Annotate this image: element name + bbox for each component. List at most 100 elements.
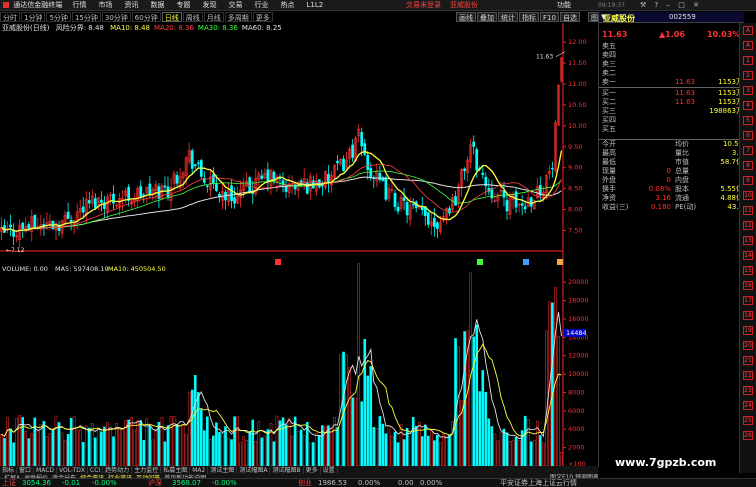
indicator-tab[interactable]: CCI	[88, 467, 104, 474]
sidebar-button[interactable]: A	[743, 41, 753, 50]
sidebar-button[interactable]: 12	[743, 221, 753, 230]
stat-label-2: PE(动)	[675, 203, 697, 211]
sidebar-button[interactable]: 13	[743, 236, 753, 245]
sidebar-button[interactable]: 4	[743, 101, 753, 110]
sidebar-button[interactable]: 18	[743, 311, 753, 320]
menu-item[interactable]: 数据	[150, 0, 164, 10]
bid-price: 11.63	[674, 98, 695, 106]
menu-item[interactable]: L1L2	[306, 0, 323, 10]
indicator-tab[interactable]: 窗口	[17, 467, 35, 474]
hs-pct: -0.00%	[212, 479, 237, 487]
menu-item[interactable]: 发现	[202, 0, 216, 10]
toolbar-button[interactable]: 自选	[559, 12, 580, 22]
sidebar-button[interactable]: 24	[743, 401, 753, 410]
menu-item[interactable]: 行情	[72, 0, 86, 10]
indicator-tab[interactable]: 私募主图	[161, 467, 191, 474]
period-tab[interactable]: 更多	[252, 12, 273, 22]
volume-bar	[97, 429, 100, 467]
toolbar-button[interactable]: 叠加	[477, 12, 497, 22]
trade-login-notice[interactable]: 交易未登录	[406, 0, 441, 10]
wrench-icon[interactable]: ⚒	[640, 0, 646, 10]
indicator-tab[interactable]: VOL-TDX	[57, 467, 88, 474]
minimize-icon[interactable]: –	[666, 0, 670, 10]
period-tab[interactable]: 15分钟	[71, 12, 101, 22]
sidebar-button[interactable]: 26	[743, 431, 753, 440]
period-tab[interactable]: 1分钟	[21, 12, 46, 22]
cy-label[interactable]: 创业	[298, 479, 312, 487]
menu-item[interactable]: 热点	[280, 0, 294, 10]
menu-item[interactable]: 资讯	[124, 0, 138, 10]
volume-tick-label: 18000	[568, 297, 589, 305]
indicator-tab[interactable]: 指标	[0, 467, 18, 474]
toolbar-button[interactable]: 统计	[498, 12, 518, 22]
app-logo-icon	[3, 2, 9, 8]
period-tab[interactable]: 5分钟	[46, 12, 71, 22]
menu-item[interactable]: 行业	[254, 0, 268, 10]
sidebar-button[interactable]: 15	[743, 266, 753, 275]
volume-bar	[318, 435, 321, 467]
sidebar-button[interactable]: 6	[743, 131, 753, 140]
sidebar-button[interactable]: 23	[743, 386, 753, 395]
toolbar-button[interactable]: F10	[540, 12, 559, 22]
sidebar-button[interactable]: 22	[743, 371, 753, 380]
sidebar-button[interactable]: 8	[743, 161, 753, 170]
high-marker: 11.63	[536, 54, 553, 61]
sidebar-button[interactable]: 25	[743, 416, 753, 425]
volume-bar	[206, 416, 209, 467]
sidebar-button[interactable]: 20	[743, 341, 753, 350]
candle-body	[420, 206, 424, 211]
candle-body	[142, 194, 146, 196]
sh-label[interactable]: 上证	[2, 479, 16, 487]
close-icon[interactable]: ✕	[693, 0, 699, 10]
menu-item[interactable]: 市场	[98, 0, 112, 10]
bid-row: 买三 198863万	[599, 107, 745, 115]
indicator-tab[interactable]: MA2	[190, 467, 209, 474]
candle-body	[81, 206, 85, 213]
period-tab[interactable]: 60分钟	[131, 12, 161, 22]
indicator-tab[interactable]: 设置	[321, 467, 338, 474]
hs-label[interactable]: 沪深	[148, 479, 162, 487]
stats-row: 净资 3.16 流通 4.88亿	[599, 194, 745, 202]
market-source: 平安证券上海上证云行情	[500, 479, 577, 487]
period-tab[interactable]: 周线	[182, 12, 203, 22]
sidebar-button[interactable]: 1	[743, 56, 753, 65]
menu-function[interactable]: 功能	[557, 0, 571, 10]
stat-label: 换手	[602, 185, 616, 193]
indicator-tab[interactable]: 主力监控	[132, 467, 162, 474]
period-tab[interactable]: 月线	[203, 12, 224, 22]
period-tab[interactable]: 日线	[161, 12, 182, 22]
sidebar-button[interactable]: 21	[743, 356, 753, 365]
sidebar-button[interactable]: A	[743, 26, 753, 35]
menu-item[interactable]: 交易	[228, 0, 242, 10]
indicator-tab[interactable]: 测试主图	[208, 467, 238, 474]
sidebar-button[interactable]: 7	[743, 146, 753, 155]
sidebar-button[interactable]: 19	[743, 326, 753, 335]
indicator-tab[interactable]: 趋势动力	[103, 467, 133, 474]
kline-chart[interactable]: 12.00 11.50 11.00 10.50 10.00 9.50 9.00 8.50 8.0…	[0, 23, 598, 474]
menu-item[interactable]: 专题	[176, 0, 190, 10]
period-tab[interactable]: 多周期	[224, 12, 252, 22]
sidebar-button[interactable]: 14	[743, 251, 753, 260]
indicator-tab[interactable]: 更多	[304, 467, 321, 474]
volume-bar	[439, 442, 442, 467]
indicator-tab[interactable]: MACD	[34, 467, 58, 474]
sidebar-button[interactable]: 3	[743, 86, 753, 95]
maximize-icon[interactable]: □	[678, 0, 685, 10]
sidebar-button[interactable]: 17	[743, 296, 753, 305]
indicator-tab[interactable]: 测试幅图B	[270, 467, 304, 474]
sidebar-button[interactable]: 9	[743, 176, 753, 185]
indicator-tab[interactable]: 测试幅图A	[237, 467, 271, 474]
period-tab[interactable]: 分时	[0, 12, 20, 22]
window-controls[interactable]: ⚒ ? – □ ✕	[640, 0, 699, 10]
sidebar-button[interactable]: 2	[743, 71, 753, 80]
volume-bar	[448, 434, 451, 467]
toolbar-button[interactable]: 指标	[519, 12, 539, 22]
sidebar-button[interactable]: 5	[743, 116, 753, 125]
sidebar-button[interactable]: 16	[743, 281, 753, 290]
sidebar-button[interactable]: 10	[743, 191, 753, 200]
period-tab[interactable]: 30分钟	[101, 12, 131, 22]
question-icon[interactable]: ?	[655, 0, 659, 10]
right-sidebar: A A 1 2 3 4 5 6 7 8 9 10 11 12 13 14 15 16 17 18 19 20 21 22 23 2…	[739, 23, 756, 473]
toolbar-button[interactable]: 画线	[456, 12, 476, 22]
sidebar-button[interactable]: 11	[743, 206, 753, 215]
